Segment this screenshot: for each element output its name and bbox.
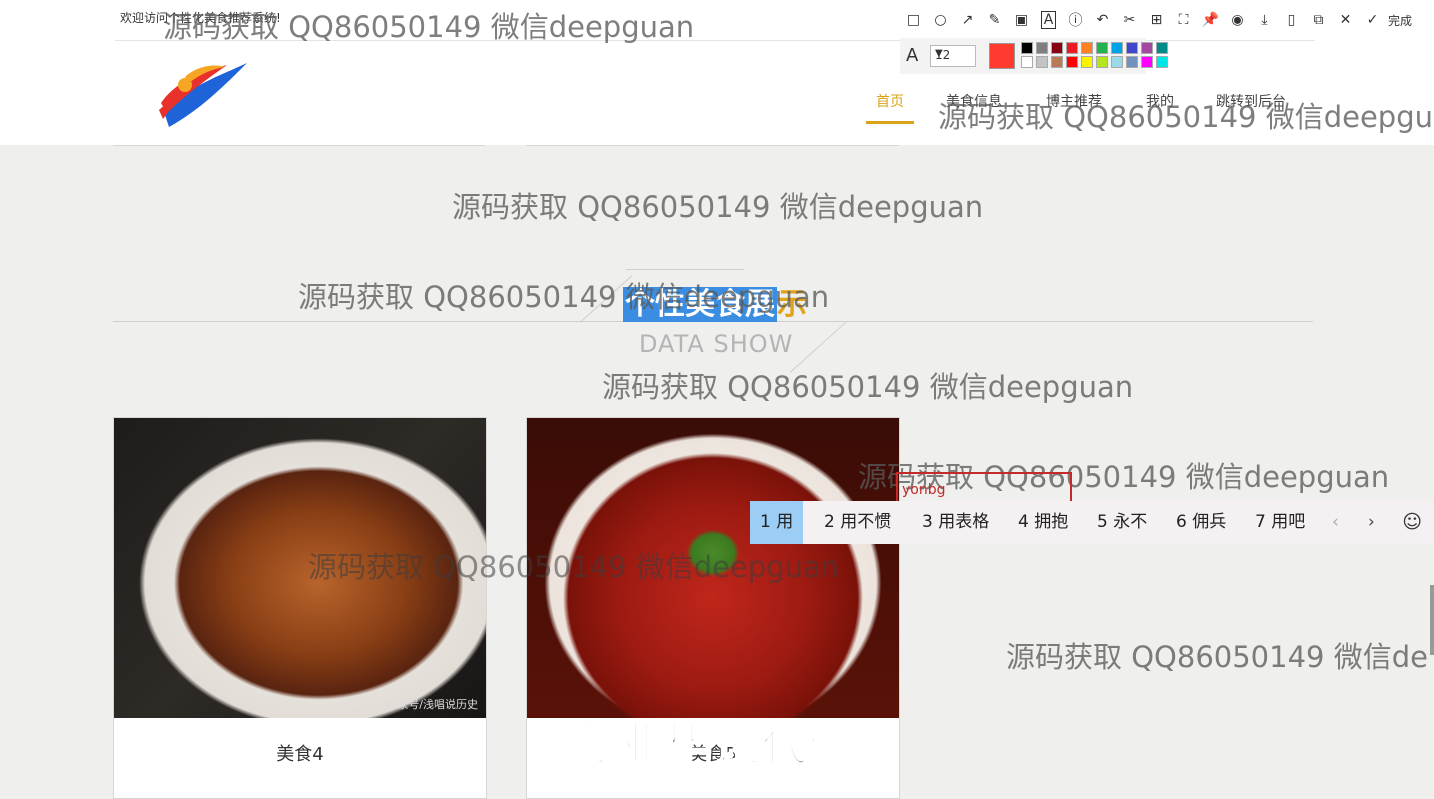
decorative-line [626, 269, 744, 270]
arrow-icon[interactable]: ↗ [954, 4, 981, 36]
watermark: 源码获取 QQ86050149 微信deepguan [602, 370, 1134, 404]
annotation-style-panel: A 12 ▼ [900, 38, 1168, 74]
palette-color-swatch[interactable] [1126, 42, 1138, 54]
mosaic-icon[interactable]: ▣ [1008, 4, 1035, 36]
ime-pinyin: yonbg [902, 482, 946, 498]
text-icon[interactable]: A [1035, 4, 1062, 36]
phone-icon[interactable]: ▯ [1278, 4, 1305, 36]
palette-color-swatch[interactable] [1081, 42, 1093, 54]
pin-icon[interactable]: 📌 [1197, 4, 1224, 36]
palette-color-swatch[interactable] [1051, 56, 1063, 68]
watermark: 源码获取 QQ86050149 微信deepgu [938, 100, 1433, 134]
promo-stamp: 专业毕设代做 [569, 716, 858, 772]
bookmark-icon[interactable]: ⧉ [1305, 4, 1332, 36]
current-color-swatch[interactable] [989, 43, 1015, 69]
watermark: 源码获取 QQ86050149 微信deepguan [452, 190, 984, 224]
palette-color-swatch[interactable] [1096, 42, 1108, 54]
annotation-toolbar: □ ○ ↗ ✎ ▣ A ⓘ ↶ ✂ ⊞ ⛶ 📌 ◉ ⤓ ▯ ⧉ ✕ ✓ 完成 [900, 4, 1434, 36]
image-credit: 百家号/浅唱说历史 [386, 698, 478, 711]
nav-item-home[interactable]: 首页 [866, 91, 914, 124]
ime-candidate[interactable]: 6 佣兵 [1166, 501, 1236, 544]
ime-candidate[interactable]: 5 永不 [1087, 501, 1157, 544]
ime-candidate[interactable]: 1 用 [750, 501, 804, 544]
record-icon[interactable]: ◉ [1224, 4, 1251, 36]
palette-color-swatch[interactable] [1156, 42, 1168, 54]
palette-color-swatch[interactable] [1021, 56, 1033, 68]
palette-color-swatch[interactable] [1021, 42, 1033, 54]
ime-candidate[interactable]: 7 用吧 [1245, 501, 1315, 544]
font-icon: A [906, 45, 919, 66]
palette-color-swatch[interactable] [1051, 42, 1063, 54]
ime-candidate[interactable]: 2 用不惯 [814, 501, 901, 544]
font-size-select[interactable]: 12 ▼ [930, 45, 976, 67]
watermark: 源码获取 QQ86050149 微信deepguan [298, 280, 830, 314]
download-icon[interactable]: ⤓ [1251, 4, 1278, 36]
palette-color-swatch[interactable] [1156, 56, 1168, 68]
check-icon[interactable]: ✓ [1359, 4, 1386, 36]
watermark: 源码获取 QQ86050149 微信deepguan [163, 10, 695, 44]
food-card-title[interactable]: 美食4 [114, 740, 486, 766]
palette-color-swatch[interactable] [1141, 56, 1153, 68]
close-icon[interactable]: ✕ [1332, 4, 1359, 36]
palette-color-swatch[interactable] [1111, 56, 1123, 68]
palette-color-swatch[interactable] [1111, 42, 1123, 54]
watermark: 源码获取 QQ86050149 微信de [1006, 640, 1428, 674]
palette-color-swatch[interactable] [1066, 56, 1078, 68]
food-card[interactable]: 百家号/浅唱说历史 美食4 [113, 417, 487, 799]
palette-color-swatch[interactable] [1066, 42, 1078, 54]
header-bottom-line [113, 145, 485, 146]
pen-icon[interactable]: ✎ [981, 4, 1008, 36]
chevron-down-icon: ▼ [935, 48, 943, 59]
ellipse-icon[interactable]: ○ [927, 4, 954, 36]
palette-color-swatch[interactable] [1036, 56, 1048, 68]
ime-prev-icon[interactable]: ‹ [1332, 512, 1339, 532]
number-icon[interactable]: ⓘ [1062, 4, 1089, 36]
palette-color-swatch[interactable] [1096, 56, 1108, 68]
watermark: 源码获取 QQ86050149 微信deepguan [308, 550, 840, 584]
palette-color-swatch[interactable] [1036, 42, 1048, 54]
ocr-icon[interactable]: ⊞ [1143, 4, 1170, 36]
header-bottom-line [526, 145, 899, 146]
scrollbar-thumb[interactable] [1430, 585, 1434, 655]
crop-icon[interactable]: ✂ [1116, 4, 1143, 36]
done-button[interactable]: 完成 [1388, 12, 1412, 29]
rectangle-icon[interactable]: □ [900, 4, 927, 36]
screenshot-icon[interactable]: ⛶ [1170, 4, 1197, 36]
ime-next-icon[interactable]: › [1368, 512, 1375, 532]
section-subtitle: DATA SHOW [639, 330, 794, 358]
ime-candidate[interactable]: 4 拥抱 [1008, 501, 1078, 544]
site-logo[interactable] [155, 55, 251, 131]
palette-color-swatch[interactable] [1141, 42, 1153, 54]
emoji-icon[interactable]: ☺ [1402, 511, 1422, 533]
palette-color-swatch[interactable] [1126, 56, 1138, 68]
palette-color-swatch[interactable] [1081, 56, 1093, 68]
ime-candidate-bar: 1 用 2 用不惯 3 用表格 4 拥抱 5 永不 6 佣兵 7 用吧 ‹ › … [750, 501, 1434, 544]
undo-icon[interactable]: ↶ [1089, 4, 1116, 36]
ime-candidate[interactable]: 3 用表格 [912, 501, 999, 544]
